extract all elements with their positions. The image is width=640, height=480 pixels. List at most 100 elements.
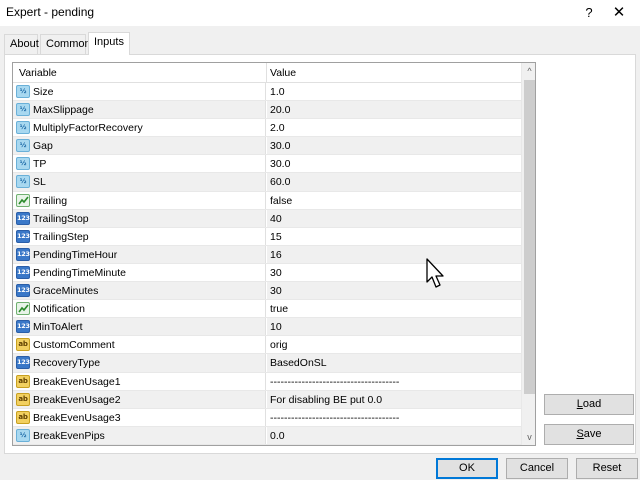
variable-cell[interactable]: ab BreakEvenUsage1 (13, 372, 266, 390)
variable-name: BreakEvenUsage2 (33, 393, 121, 406)
variable-cell[interactable]: ab BreakEvenUsage3 (13, 408, 266, 426)
grid-row[interactable]: ½ SL 60.0 (13, 173, 521, 192)
inputs-grid: Variable Value ½ Size 1.0 ½ MaxSlippage 20.0 ½… (12, 62, 536, 446)
value-cell[interactable]: 30 (267, 264, 521, 281)
int-type-icon: 123 (16, 265, 30, 279)
value-cell[interactable]: orig (267, 336, 521, 353)
grid-row[interactable]: ½ MaxSlippage 20.0 (13, 101, 521, 120)
grid-row[interactable]: 123 RecoveryType BasedOnSL (13, 354, 521, 373)
variable-name: SL (33, 176, 46, 189)
close-button[interactable]: ✕ (604, 2, 634, 24)
window-title: Expert - pending (6, 5, 95, 19)
variable-cell[interactable]: 123 PendingTimeHour (13, 245, 266, 263)
reset-button[interactable]: Reset (576, 458, 638, 479)
variable-cell[interactable]: ½ BreakEvenPips (13, 426, 266, 444)
grid-row[interactable]: Trailing false (13, 191, 521, 210)
variable-cell[interactable]: 123 MinToAlert (13, 318, 266, 336)
variable-cell[interactable]: 123 PendingTimeMinute (13, 263, 266, 282)
value-cell[interactable]: 30.0 (267, 137, 521, 155)
help-button[interactable]: ? (574, 2, 604, 24)
value-cell[interactable]: 30 (267, 282, 521, 300)
value-cell[interactable]: 2.0 (267, 119, 521, 136)
grid-row[interactable]: 123 MinToAlert 10 (13, 318, 521, 337)
double-type-icon: ½ (16, 103, 30, 117)
variable-value: 20.0 (270, 104, 291, 117)
variable-value: 30.0 (270, 140, 291, 153)
grid-row[interactable]: ab BreakEvenUsage3 -----------------------… (13, 408, 521, 427)
value-cell[interactable]: For disabling BE put 0.0 (267, 390, 521, 408)
variable-name: BreakEvenUsage1 (33, 375, 121, 388)
value-cell[interactable]: ------------------------------------- (267, 373, 521, 390)
grid-row[interactable]: ab CustomComment orig (13, 336, 521, 355)
variable-cell[interactable]: ½ TP (13, 155, 266, 173)
tab-about[interactable]: About (4, 34, 39, 54)
grid-row[interactable]: ½ Gap 30.0 (13, 137, 521, 156)
column-divider[interactable] (266, 63, 267, 83)
value-cell[interactable]: ------------------------------------- (267, 409, 521, 426)
variable-cell[interactable]: Notification (13, 300, 266, 318)
grid-row[interactable]: Notification true (13, 300, 521, 319)
variable-name: TP (33, 158, 47, 171)
variable-cell[interactable]: ½ Size (13, 83, 266, 101)
column-header-variable[interactable]: Variable (19, 67, 57, 79)
variable-cell[interactable]: 123 TrailingStop (13, 209, 266, 227)
scroll-down-icon[interactable]: v (522, 429, 535, 445)
variable-value: orig (270, 339, 288, 352)
grid-row[interactable]: 123 TrailingStep 15 (13, 227, 521, 246)
variable-cell[interactable]: ½ MultiplyFactorRecovery (13, 119, 266, 137)
value-cell[interactable]: BasedOnSL (267, 354, 521, 372)
cancel-button[interactable]: Cancel (506, 458, 568, 479)
column-header-value[interactable]: Value (270, 67, 296, 79)
variable-cell[interactable]: ½ SL (13, 173, 266, 191)
value-cell[interactable]: 16 (267, 245, 521, 263)
variable-cell[interactable]: 123 TrailingStep (13, 227, 266, 245)
value-cell[interactable]: false (267, 192, 521, 209)
double-type-icon: ½ (16, 139, 30, 153)
value-cell[interactable]: 40 (267, 209, 521, 227)
value-cell[interactable]: 10 (267, 318, 521, 336)
value-cell[interactable]: 30.0 (267, 155, 521, 172)
title-bar: Expert - pending ? ✕ (0, 0, 640, 26)
variable-value: 2.0 (270, 122, 285, 135)
value-cell[interactable]: true (267, 300, 521, 317)
variable-cell[interactable]: Trailing (13, 191, 266, 209)
tab-inputs[interactable]: Inputs (88, 32, 130, 55)
vertical-scrollbar[interactable]: ^ v (521, 63, 535, 445)
variable-cell[interactable]: ½ MaxSlippage (13, 101, 266, 119)
variable-cell[interactable]: 123 GraceMinutes (13, 282, 266, 300)
variable-value: 60.0 (270, 176, 291, 189)
string-type-icon: ab (16, 338, 30, 352)
grid-row[interactable]: ½ Size 1.0 (13, 83, 521, 102)
grid-row[interactable]: ½ MultiplyFactorRecovery 2.0 (13, 119, 521, 138)
value-cell[interactable]: 15 (267, 228, 521, 245)
string-type-icon: ab (16, 374, 30, 388)
grid-row[interactable]: 123 TrailingStop 40 (13, 209, 521, 228)
ok-button[interactable]: OK (436, 458, 498, 479)
variable-name: MaxSlippage (33, 104, 94, 117)
grid-row[interactable]: ½ BreakEvenPips 0.0 (13, 426, 521, 445)
variable-cell[interactable]: 123 RecoveryType (13, 354, 266, 372)
scroll-thumb[interactable] (524, 80, 535, 394)
scroll-up-icon[interactable]: ^ (522, 63, 535, 79)
save-button[interactable]: Save (544, 424, 634, 445)
int-type-icon: 123 (16, 247, 30, 261)
value-cell[interactable]: 1.0 (267, 83, 521, 100)
double-type-icon: ½ (16, 157, 30, 171)
value-cell[interactable]: 20.0 (267, 101, 521, 119)
value-cell[interactable]: 0.0 (267, 426, 521, 444)
variable-name: Gap (33, 140, 53, 153)
grid-row[interactable]: ab BreakEvenUsage2 For disabling BE put 0.… (13, 390, 521, 409)
grid-row[interactable]: ab BreakEvenUsage1 -----------------------… (13, 372, 521, 391)
tab-common[interactable]: Common (40, 34, 91, 54)
load-button[interactable]: Load (544, 394, 634, 415)
variable-cell[interactable]: ½ Gap (13, 137, 266, 155)
variable-cell[interactable]: ab BreakEvenUsage2 (13, 390, 266, 408)
double-type-icon: ½ (16, 175, 30, 189)
variable-name: BreakEvenPips (33, 429, 105, 442)
load-button-label: oad (582, 398, 602, 410)
value-cell[interactable]: 60.0 (267, 173, 521, 191)
grid-row[interactable]: ½ TP 30.0 (13, 155, 521, 174)
grid-header: Variable Value (13, 63, 521, 83)
variable-cell[interactable]: ab CustomComment (13, 336, 266, 354)
variable-name: MultiplyFactorRecovery (33, 122, 143, 135)
